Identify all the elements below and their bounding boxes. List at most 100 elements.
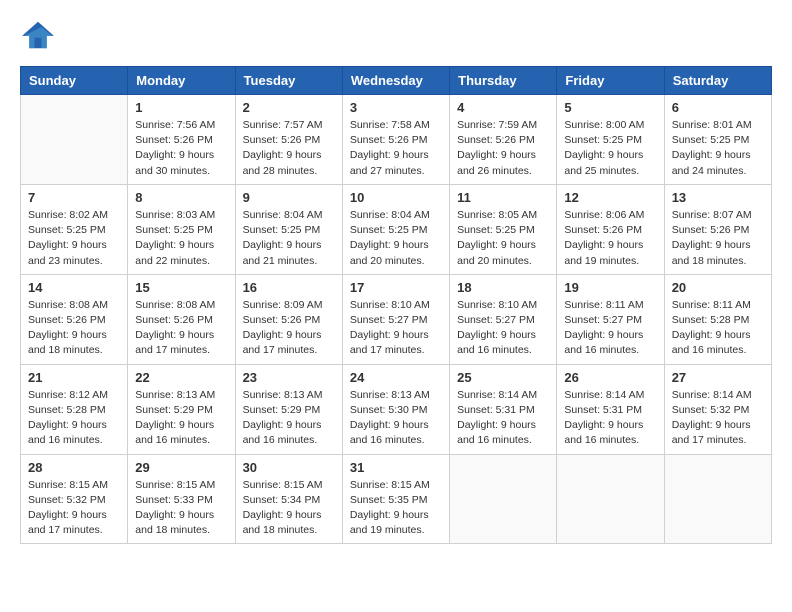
day-number: 16 xyxy=(243,280,335,295)
calendar-week-row: 7 Sunrise: 8:02 AM Sunset: 5:25 PM Daylig… xyxy=(21,184,772,274)
calendar-cell: 4 Sunrise: 7:59 AM Sunset: 5:26 PM Daylig… xyxy=(450,95,557,185)
page-header xyxy=(20,20,772,50)
day-info: Sunrise: 8:10 AM Sunset: 5:27 PM Dayligh… xyxy=(350,298,442,359)
day-number: 6 xyxy=(672,100,764,115)
calendar-cell: 14 Sunrise: 8:08 AM Sunset: 5:26 PM Dayli… xyxy=(21,274,128,364)
day-info: Sunrise: 8:04 AM Sunset: 5:25 PM Dayligh… xyxy=(350,208,442,269)
day-info: Sunrise: 8:15 AM Sunset: 5:34 PM Dayligh… xyxy=(243,478,335,539)
weekday-header-sunday: Sunday xyxy=(21,67,128,95)
weekday-header-saturday: Saturday xyxy=(664,67,771,95)
day-info: Sunrise: 8:13 AM Sunset: 5:30 PM Dayligh… xyxy=(350,388,442,449)
day-number: 8 xyxy=(135,190,227,205)
calendar-cell: 26Sunrise: 8:14 AM Sunset: 5:31 PM Dayli… xyxy=(557,364,664,454)
calendar-cell: 18 Sunrise: 8:10 AM Sunset: 5:27 PM Dayli… xyxy=(450,274,557,364)
day-info: Sunrise: 8:11 AM Sunset: 5:28 PM Dayligh… xyxy=(672,298,764,359)
calendar-cell: 13 Sunrise: 8:07 AM Sunset: 5:26 PM Dayli… xyxy=(664,184,771,274)
calendar-cell: 7 Sunrise: 8:02 AM Sunset: 5:25 PM Daylig… xyxy=(21,184,128,274)
day-info: Sunrise: 8:01 AM Sunset: 5:25 PM Dayligh… xyxy=(672,118,764,179)
calendar-week-row: 14 Sunrise: 8:08 AM Sunset: 5:26 PM Dayli… xyxy=(21,274,772,364)
day-number: 19 xyxy=(564,280,656,295)
day-number: 11 xyxy=(457,190,549,205)
day-info: Sunrise: 8:15 AM Sunset: 5:32 PM Dayligh… xyxy=(28,478,120,539)
day-info: Sunrise: 8:07 AM Sunset: 5:26 PM Dayligh… xyxy=(672,208,764,269)
day-number: 7 xyxy=(28,190,120,205)
calendar-cell xyxy=(21,95,128,185)
calendar-cell xyxy=(664,454,771,544)
day-number: 18 xyxy=(457,280,549,295)
day-info: Sunrise: 8:08 AM Sunset: 5:26 PM Dayligh… xyxy=(28,298,120,359)
logo xyxy=(20,20,60,50)
day-info: Sunrise: 8:15 AM Sunset: 5:33 PM Dayligh… xyxy=(135,478,227,539)
calendar-cell: 31 Sunrise: 8:15 AM Sunset: 5:35 PM Dayli… xyxy=(342,454,449,544)
day-number: 21 xyxy=(28,370,120,385)
calendar-week-row: 1Sunrise: 7:56 AM Sunset: 5:26 PM Daylig… xyxy=(21,95,772,185)
day-number: 31 xyxy=(350,460,442,475)
day-info: Sunrise: 8:12 AM Sunset: 5:28 PM Dayligh… xyxy=(28,388,120,449)
logo-icon xyxy=(20,20,56,50)
weekday-header-friday: Friday xyxy=(557,67,664,95)
calendar-table: SundayMondayTuesdayWednesdayThursdayFrid… xyxy=(20,66,772,544)
calendar-cell: 11 Sunrise: 8:05 AM Sunset: 5:25 PM Dayli… xyxy=(450,184,557,274)
day-info: Sunrise: 8:05 AM Sunset: 5:25 PM Dayligh… xyxy=(457,208,549,269)
day-info: Sunrise: 7:58 AM Sunset: 5:26 PM Dayligh… xyxy=(350,118,442,179)
weekday-header-wednesday: Wednesday xyxy=(342,67,449,95)
calendar-cell: 16 Sunrise: 8:09 AM Sunset: 5:26 PM Dayli… xyxy=(235,274,342,364)
day-number: 15 xyxy=(135,280,227,295)
day-info: Sunrise: 8:15 AM Sunset: 5:35 PM Dayligh… xyxy=(350,478,442,539)
day-number: 30 xyxy=(243,460,335,475)
day-info: Sunrise: 8:13 AM Sunset: 5:29 PM Dayligh… xyxy=(135,388,227,449)
calendar-cell: 24Sunrise: 8:13 AM Sunset: 5:30 PM Dayli… xyxy=(342,364,449,454)
calendar-cell: 17 Sunrise: 8:10 AM Sunset: 5:27 PM Dayli… xyxy=(342,274,449,364)
day-info: Sunrise: 8:04 AM Sunset: 5:25 PM Dayligh… xyxy=(243,208,335,269)
day-info: Sunrise: 8:06 AM Sunset: 5:26 PM Dayligh… xyxy=(564,208,656,269)
day-info: Sunrise: 8:03 AM Sunset: 5:25 PM Dayligh… xyxy=(135,208,227,269)
calendar-cell: 8 Sunrise: 8:03 AM Sunset: 5:25 PM Daylig… xyxy=(128,184,235,274)
day-number: 4 xyxy=(457,100,549,115)
calendar-cell: 2 Sunrise: 7:57 AM Sunset: 5:26 PM Daylig… xyxy=(235,95,342,185)
day-number: 29 xyxy=(135,460,227,475)
calendar-cell: 20 Sunrise: 8:11 AM Sunset: 5:28 PM Dayli… xyxy=(664,274,771,364)
calendar-header-row: SundayMondayTuesdayWednesdayThursdayFrid… xyxy=(21,67,772,95)
day-number: 12 xyxy=(564,190,656,205)
day-info: Sunrise: 8:00 AM Sunset: 5:25 PM Dayligh… xyxy=(564,118,656,179)
calendar-cell: 5 Sunrise: 8:00 AM Sunset: 5:25 PM Daylig… xyxy=(557,95,664,185)
calendar-cell: 15 Sunrise: 8:08 AM Sunset: 5:26 PM Dayli… xyxy=(128,274,235,364)
day-info: Sunrise: 8:14 AM Sunset: 5:31 PM Dayligh… xyxy=(457,388,549,449)
calendar-cell: 22 Sunrise: 8:13 AM Sunset: 5:29 PM Dayli… xyxy=(128,364,235,454)
day-number: 1 xyxy=(135,100,227,115)
day-number: 27 xyxy=(672,370,764,385)
day-number: 20 xyxy=(672,280,764,295)
day-number: 17 xyxy=(350,280,442,295)
day-info: Sunrise: 8:09 AM Sunset: 5:26 PM Dayligh… xyxy=(243,298,335,359)
day-number: 5 xyxy=(564,100,656,115)
calendar-cell: 30 Sunrise: 8:15 AM Sunset: 5:34 PM Dayli… xyxy=(235,454,342,544)
day-number: 2 xyxy=(243,100,335,115)
day-number: 14 xyxy=(28,280,120,295)
day-info: Sunrise: 7:59 AM Sunset: 5:26 PM Dayligh… xyxy=(457,118,549,179)
day-info: Sunrise: 8:10 AM Sunset: 5:27 PM Dayligh… xyxy=(457,298,549,359)
day-info: Sunrise: 8:11 AM Sunset: 5:27 PM Dayligh… xyxy=(564,298,656,359)
day-info: Sunrise: 7:57 AM Sunset: 5:26 PM Dayligh… xyxy=(243,118,335,179)
calendar-week-row: 28Sunrise: 8:15 AM Sunset: 5:32 PM Dayli… xyxy=(21,454,772,544)
day-info: Sunrise: 8:14 AM Sunset: 5:31 PM Dayligh… xyxy=(564,388,656,449)
calendar-cell: 6 Sunrise: 8:01 AM Sunset: 5:25 PM Daylig… xyxy=(664,95,771,185)
calendar-cell xyxy=(557,454,664,544)
day-info: Sunrise: 8:02 AM Sunset: 5:25 PM Dayligh… xyxy=(28,208,120,269)
day-number: 13 xyxy=(672,190,764,205)
calendar-cell: 19 Sunrise: 8:11 AM Sunset: 5:27 PM Dayli… xyxy=(557,274,664,364)
day-info: Sunrise: 8:13 AM Sunset: 5:29 PM Dayligh… xyxy=(243,388,335,449)
day-number: 10 xyxy=(350,190,442,205)
calendar-cell: 3 Sunrise: 7:58 AM Sunset: 5:26 PM Daylig… xyxy=(342,95,449,185)
calendar-cell: 29 Sunrise: 8:15 AM Sunset: 5:33 PM Dayli… xyxy=(128,454,235,544)
calendar-cell: 27Sunrise: 8:14 AM Sunset: 5:32 PM Dayli… xyxy=(664,364,771,454)
calendar-cell xyxy=(450,454,557,544)
calendar-week-row: 21 Sunrise: 8:12 AM Sunset: 5:28 PM Dayli… xyxy=(21,364,772,454)
day-number: 9 xyxy=(243,190,335,205)
weekday-header-monday: Monday xyxy=(128,67,235,95)
calendar-cell: 9 Sunrise: 8:04 AM Sunset: 5:25 PM Daylig… xyxy=(235,184,342,274)
day-info: Sunrise: 8:08 AM Sunset: 5:26 PM Dayligh… xyxy=(135,298,227,359)
calendar-cell: 10 Sunrise: 8:04 AM Sunset: 5:25 PM Dayli… xyxy=(342,184,449,274)
day-number: 22 xyxy=(135,370,227,385)
calendar-cell: 1Sunrise: 7:56 AM Sunset: 5:26 PM Daylig… xyxy=(128,95,235,185)
day-number: 3 xyxy=(350,100,442,115)
